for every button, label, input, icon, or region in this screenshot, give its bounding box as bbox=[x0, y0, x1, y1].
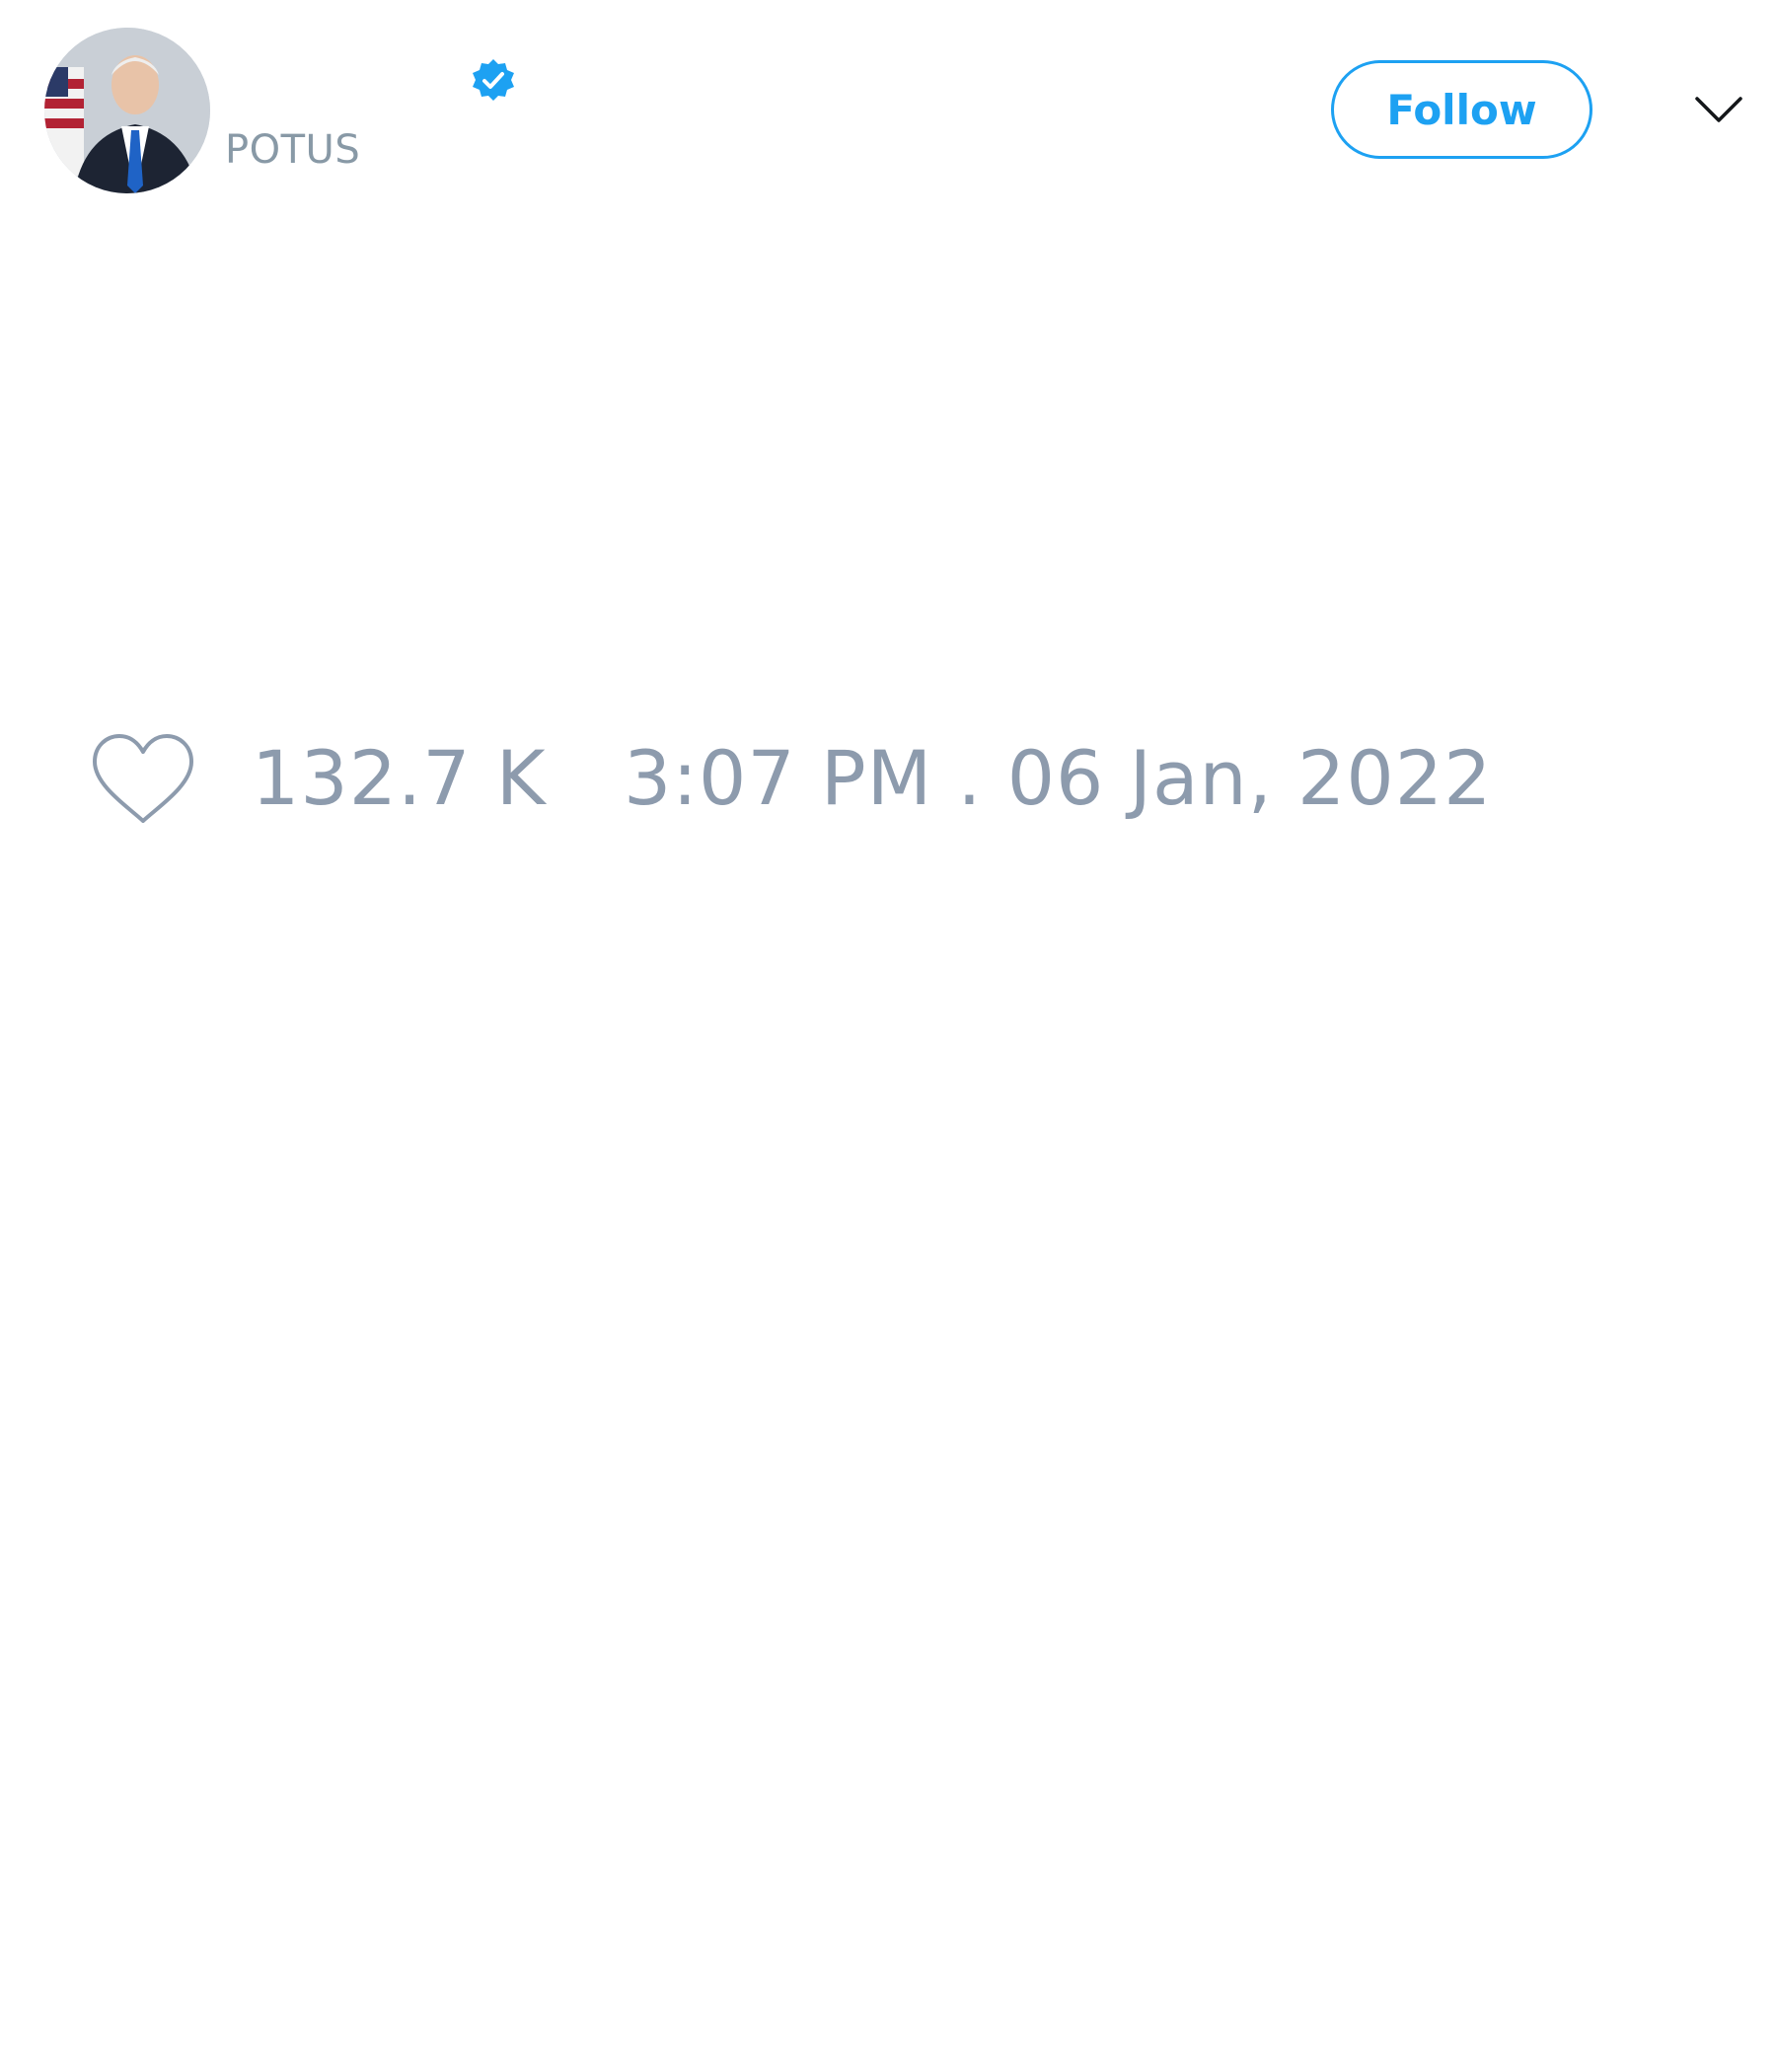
tweet-header: POTUS Follow bbox=[0, 0, 1776, 227]
like-count: 132.7 K bbox=[252, 734, 547, 822]
tweet-stats: 132.7 K 3:07 PM . 06 Jan, 2022 bbox=[0, 720, 1776, 839]
follow-button[interactable]: Follow bbox=[1331, 60, 1592, 159]
chevron-down-icon[interactable] bbox=[1689, 85, 1748, 134]
avatar[interactable] bbox=[44, 28, 210, 193]
tweet-timestamp[interactable]: 3:07 PM . 06 Jan, 2022 bbox=[624, 734, 1492, 823]
heart-outline-icon[interactable] bbox=[89, 730, 197, 829]
tweet-text bbox=[0, 227, 1776, 701]
user-handle[interactable]: POTUS bbox=[225, 126, 360, 174]
verified-badge-icon bbox=[473, 59, 514, 101]
avatar-portrait bbox=[44, 28, 210, 193]
